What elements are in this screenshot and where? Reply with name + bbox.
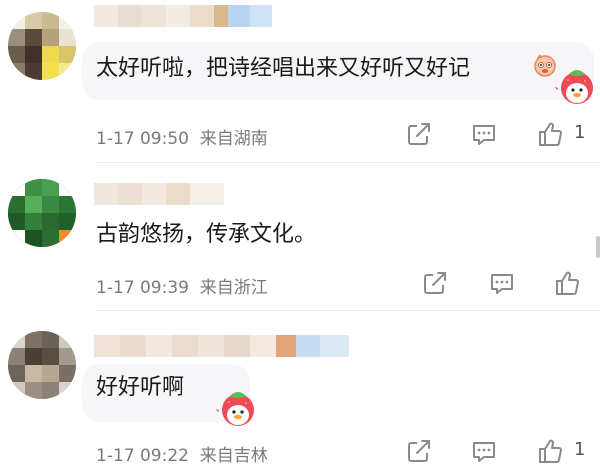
- avatar[interactable]: [8, 331, 76, 399]
- share-button[interactable]: [421, 269, 451, 299]
- reply-icon: [473, 442, 495, 462]
- like-count: 1: [574, 122, 586, 143]
- reply-button[interactable]: [488, 269, 518, 299]
- strawberry-duck-sticker-icon: [554, 66, 596, 112]
- like-button[interactable]: [536, 437, 566, 467]
- comment-text: 太好听啦，把诗经唱出来又好听又好记: [96, 56, 471, 81]
- comment-text: 古韵悠扬，传承文化。: [96, 222, 317, 247]
- like-button[interactable]: [553, 269, 583, 299]
- reply-icon: [491, 274, 513, 294]
- avatar[interactable]: [8, 179, 76, 247]
- username-blurred[interactable]: [94, 335, 349, 357]
- share-icon: [408, 123, 430, 145]
- share-button[interactable]: [405, 437, 435, 467]
- username-blurred[interactable]: [94, 183, 224, 205]
- username-blurred[interactable]: [94, 5, 272, 27]
- share-icon: [408, 440, 430, 462]
- comment-item: 古韵悠扬，传承文化。 1-17 09:39 来自浙江: [0, 163, 600, 311]
- comment-actions: 1: [0, 120, 600, 150]
- comment-text: 好好听啊: [96, 375, 185, 400]
- thumbs-up-icon: [539, 439, 562, 463]
- share-button[interactable]: [405, 120, 435, 150]
- thumbs-up-icon: [556, 271, 579, 295]
- share-icon: [424, 272, 446, 294]
- reply-button[interactable]: [470, 437, 500, 467]
- thumbs-up-icon: [539, 122, 562, 146]
- like-button[interactable]: [536, 120, 566, 150]
- like-count: 1: [574, 439, 586, 460]
- comment-item: 太好听啦，把诗经唱出来又好听又好记 1-17 09:50 来自湖南 1: [0, 0, 600, 163]
- avatar[interactable]: [8, 12, 76, 80]
- reply-icon: [473, 125, 495, 145]
- reply-button[interactable]: [470, 120, 500, 150]
- comment-item: 好好听啊 1-17 09:22 来自吉林 1: [0, 311, 600, 476]
- strawberry-duck-sticker-icon: [215, 388, 257, 434]
- comment-actions: 1: [0, 437, 600, 467]
- comment-actions: [0, 269, 600, 299]
- scroll-indicator[interactable]: [596, 236, 600, 258]
